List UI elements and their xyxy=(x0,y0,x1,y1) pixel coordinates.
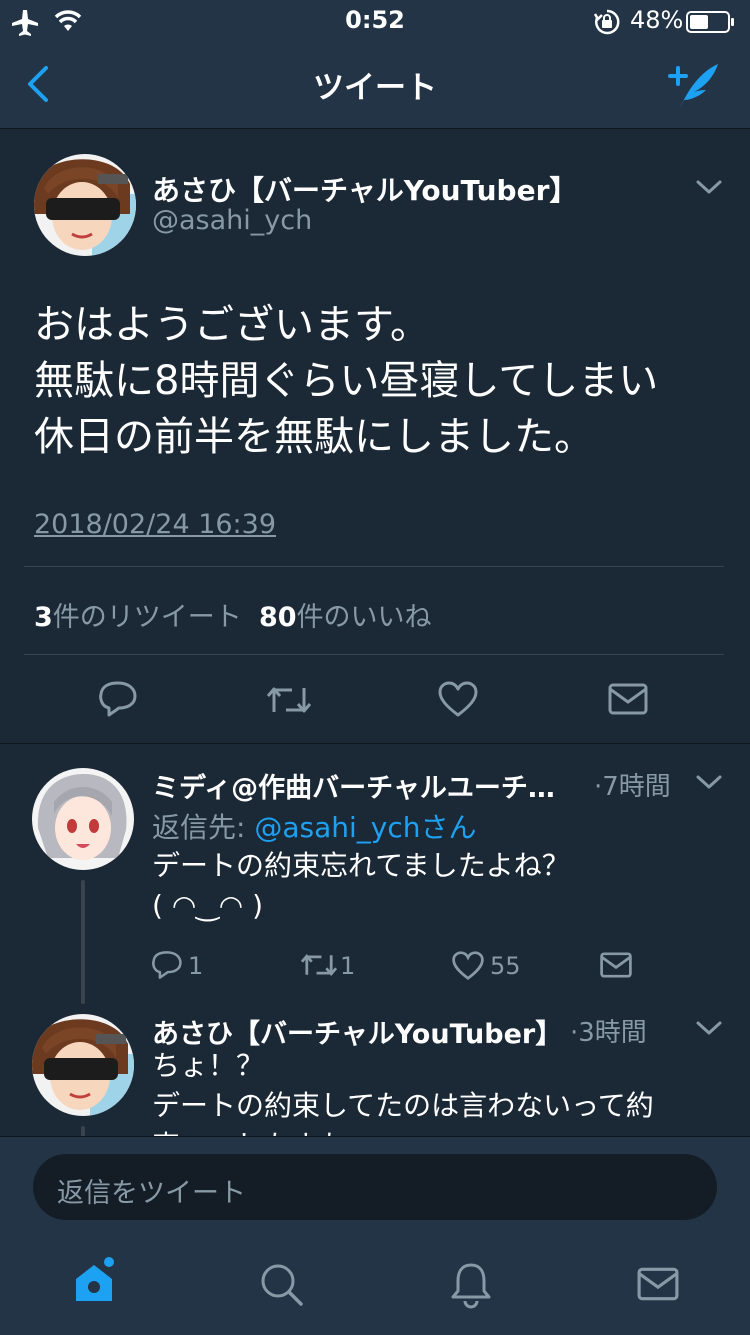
battery-percent: 48% xyxy=(630,6,684,34)
reply-button[interactable] xyxy=(152,950,182,980)
retweet-button[interactable] xyxy=(300,952,338,978)
tab-messages[interactable] xyxy=(637,1267,679,1301)
tweet-timestamp[interactable]: 2018/02/24 16:39 xyxy=(34,509,276,540)
tweet-text-line: おはようございます。 xyxy=(34,302,430,348)
reply-text-line: デートの約束忘れてましたよね？ xyxy=(152,849,570,882)
reply-count: 1 xyxy=(188,952,204,980)
reply-text-line: 束……したよね xyxy=(152,1126,692,1136)
reply-text: ちょ！？ デートの約束してたのは言わないって約 束……したよね xyxy=(152,1046,692,1136)
share-dm-button[interactable] xyxy=(600,952,632,978)
reply-to-label: 返信先: xyxy=(152,811,255,844)
bell-icon xyxy=(451,1263,491,1309)
tweet-text: おはようございます。 無駄に8時間ぐらい昼寝してしまい 休日の前半を無駄にしまし… xyxy=(34,297,734,465)
main-tweet: あさひ【バーチャルYouTuber】 @asahi_ych おはようございます。… xyxy=(0,129,750,744)
top-bar: 0:52 48% ツイート xyxy=(0,0,750,129)
battery-icon xyxy=(686,10,736,34)
reply-time: ·3時間 xyxy=(570,1018,647,1048)
tab-search[interactable] xyxy=(260,1263,304,1307)
like-button[interactable] xyxy=(452,951,484,981)
reply-text-line: デートの約束してたのは言わないって約 xyxy=(152,1089,654,1122)
page-title: ツイート xyxy=(313,70,437,106)
reply-text-line: ( ◠‿◠ ) xyxy=(152,889,264,922)
thread-line xyxy=(81,880,85,1004)
retweet-button[interactable] xyxy=(266,684,312,716)
orientation-lock-icon xyxy=(593,9,620,35)
reply-to: 返信先: @asahi_ychさん xyxy=(152,806,477,846)
avatar[interactable] xyxy=(32,768,134,870)
reply-to-handle[interactable]: @asahi_ychさん xyxy=(254,811,476,844)
tweet-text-line: 無駄に8時間ぐらい昼寝してしまい xyxy=(34,358,659,404)
thread-line xyxy=(81,1126,85,1136)
reply-button[interactable] xyxy=(99,680,137,718)
divider xyxy=(24,654,724,655)
share-dm-button[interactable] xyxy=(608,683,648,715)
chevron-down-icon[interactable] xyxy=(696,179,722,195)
display-name[interactable]: あさひ【バーチャルYouTuber】 xyxy=(152,169,577,209)
like-count: 55 xyxy=(490,952,521,980)
avatar[interactable] xyxy=(34,154,136,256)
tweet-stats[interactable]: 3件のリツイート 80件のいいね xyxy=(34,595,432,634)
chevron-down-icon[interactable] xyxy=(696,774,722,790)
retweet-count: 3 xyxy=(34,602,53,633)
home-icon xyxy=(76,1257,114,1301)
bottom-bar: 返信をツイート xyxy=(0,1136,750,1335)
reply-input[interactable]: 返信をツイート xyxy=(33,1154,717,1220)
reply-time: ·7時間 xyxy=(594,772,671,802)
compose-tweet-button[interactable] xyxy=(666,60,722,110)
reply-list: ミディ@作曲バーチャルユーチ… ·7時間 返信先: @asahi_ychさん デ… xyxy=(0,744,750,1136)
divider xyxy=(24,566,724,567)
tab-home[interactable] xyxy=(72,1257,120,1305)
reply-text: デートの約束忘れてましたよね？ ( ◠‿◠ ) xyxy=(152,846,692,926)
reply-input-placeholder: 返信をツイート xyxy=(57,1178,246,1209)
handle[interactable]: @asahi_ych xyxy=(152,205,312,236)
like-count: 80 xyxy=(258,602,297,633)
like-button[interactable] xyxy=(438,681,478,717)
avatar[interactable] xyxy=(32,1014,134,1116)
chevron-down-icon[interactable] xyxy=(696,1020,722,1036)
retweet-count: 1 xyxy=(340,952,356,980)
retweet-label: 件のリツイート xyxy=(52,602,242,633)
tab-notifications[interactable] xyxy=(450,1261,492,1309)
tweet-text-line: 休日の前半を無駄にしました。 xyxy=(34,414,594,460)
reply-text-line: ちょ！？ xyxy=(152,1049,265,1082)
reply-display-name[interactable]: ミディ@作曲バーチャルユーチ… xyxy=(152,766,555,805)
search-icon xyxy=(261,1264,303,1306)
like-label: 件のいいね xyxy=(296,602,432,633)
mail-icon xyxy=(637,1267,679,1301)
